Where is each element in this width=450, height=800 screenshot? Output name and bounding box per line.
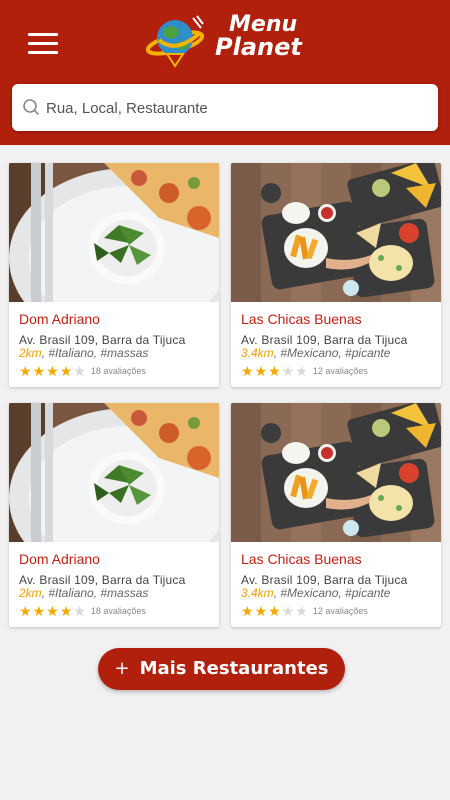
restaurant-address: Av. Brasil 109, Barra da Tijuca	[241, 573, 408, 587]
star-icon: ★	[19, 603, 32, 619]
restaurant-card[interactable]: Las Chicas Buenas Av. Brasil 109, Barra …	[231, 163, 441, 387]
search-bar	[12, 84, 438, 131]
restaurant-card[interactable]: Dom Adriano Av. Brasil 109, Barra da Tij…	[9, 403, 219, 627]
star-icon: ★	[59, 363, 73, 379]
restaurant-distance: 2km	[19, 346, 42, 360]
review-count: 18 avaliações	[90, 606, 146, 616]
review-count: 12 avaliações	[312, 366, 368, 376]
star-icon: ★	[241, 363, 254, 379]
hamburger-menu-icon[interactable]	[28, 33, 58, 55]
star-icon: ★	[254, 363, 268, 379]
logo-text-planet: Planet	[215, 33, 302, 61]
restaurant-tags: #Mexicano, #picante	[280, 586, 391, 600]
restaurant-tags-line: 2km, #Italiano, #massas	[19, 346, 149, 360]
mexican-food-photo	[231, 403, 441, 542]
search-icon	[23, 99, 40, 116]
star-icon: ★	[268, 603, 281, 619]
app-header: Menu Planet	[0, 0, 450, 145]
star-icon: ★	[32, 603, 46, 619]
restaurant-image	[9, 403, 219, 542]
star-icon: ★	[32, 363, 46, 379]
restaurant-name: Dom Adriano	[19, 551, 100, 567]
restaurant-card[interactable]: Las Chicas Buenas Av. Brasil 109, Barra …	[231, 403, 441, 627]
restaurant-image	[231, 163, 441, 302]
restaurant-rating: ★★★★★ 18 avaliações	[19, 363, 146, 379]
restaurant-tags-line: 2km, #Italiano, #massas	[19, 586, 149, 600]
restaurant-address: Av. Brasil 109, Barra da Tijuca	[19, 333, 186, 347]
review-count: 18 avaliações	[90, 366, 146, 376]
restaurant-tags: #Italiano, #massas	[48, 586, 149, 600]
star-icon: ★	[46, 603, 59, 619]
restaurant-distance: 3.4km	[241, 346, 274, 360]
star-icon: ★	[73, 363, 86, 379]
star-icon: ★	[46, 363, 59, 379]
more-restaurants-label: Mais Restaurantes	[139, 658, 329, 679]
restaurant-name: Dom Adriano	[19, 311, 100, 327]
review-count: 12 avaliações	[312, 606, 368, 616]
star-icon: ★	[281, 363, 295, 379]
restaurant-tags: #Italiano, #massas	[48, 346, 149, 360]
restaurant-address: Av. Brasil 109, Barra da Tijuca	[19, 573, 186, 587]
star-icon: ★	[295, 363, 308, 379]
restaurant-card[interactable]: Dom Adriano Av. Brasil 109, Barra da Tij…	[9, 163, 219, 387]
restaurant-tags-line: 3.4km, #Mexicano, #picante	[241, 346, 391, 360]
restaurant-tags: #Mexicano, #picante	[280, 346, 391, 360]
restaurant-tags-line: 3.4km, #Mexicano, #picante	[241, 586, 391, 600]
menu-planet-logo: Menu Planet	[145, 10, 315, 70]
restaurant-distance: 3.4km	[241, 586, 274, 600]
star-icon: ★	[281, 603, 295, 619]
restaurant-image	[231, 403, 441, 542]
restaurant-rating: ★★★★★ 18 avaliações	[19, 603, 146, 619]
restaurant-rating: ★★★★★ 12 avaliações	[241, 363, 368, 379]
star-icon: ★	[254, 603, 268, 619]
star-icon: ★	[19, 363, 32, 379]
star-icon: ★	[268, 363, 281, 379]
restaurant-rating: ★★★★★ 12 avaliações	[241, 603, 368, 619]
logo-wordmark: Menu Planet	[215, 14, 302, 61]
star-icon: ★	[73, 603, 86, 619]
star-icon: ★	[295, 603, 308, 619]
search-input[interactable]	[44, 92, 428, 124]
mexican-food-photo	[231, 163, 441, 302]
star-icon: ★	[241, 603, 254, 619]
star-icon: ★	[59, 603, 73, 619]
pizza-photo	[9, 163, 219, 302]
restaurant-name: Las Chicas Buenas	[241, 551, 362, 567]
pizza-photo	[9, 403, 219, 542]
restaurant-address: Av. Brasil 109, Barra da Tijuca	[241, 333, 408, 347]
plus-icon: +	[114, 658, 130, 679]
restaurant-name: Las Chicas Buenas	[241, 311, 362, 327]
restaurant-distance: 2km	[19, 586, 42, 600]
more-restaurants-button[interactable]: + Mais Restaurantes	[98, 648, 345, 690]
restaurant-image	[9, 163, 219, 302]
